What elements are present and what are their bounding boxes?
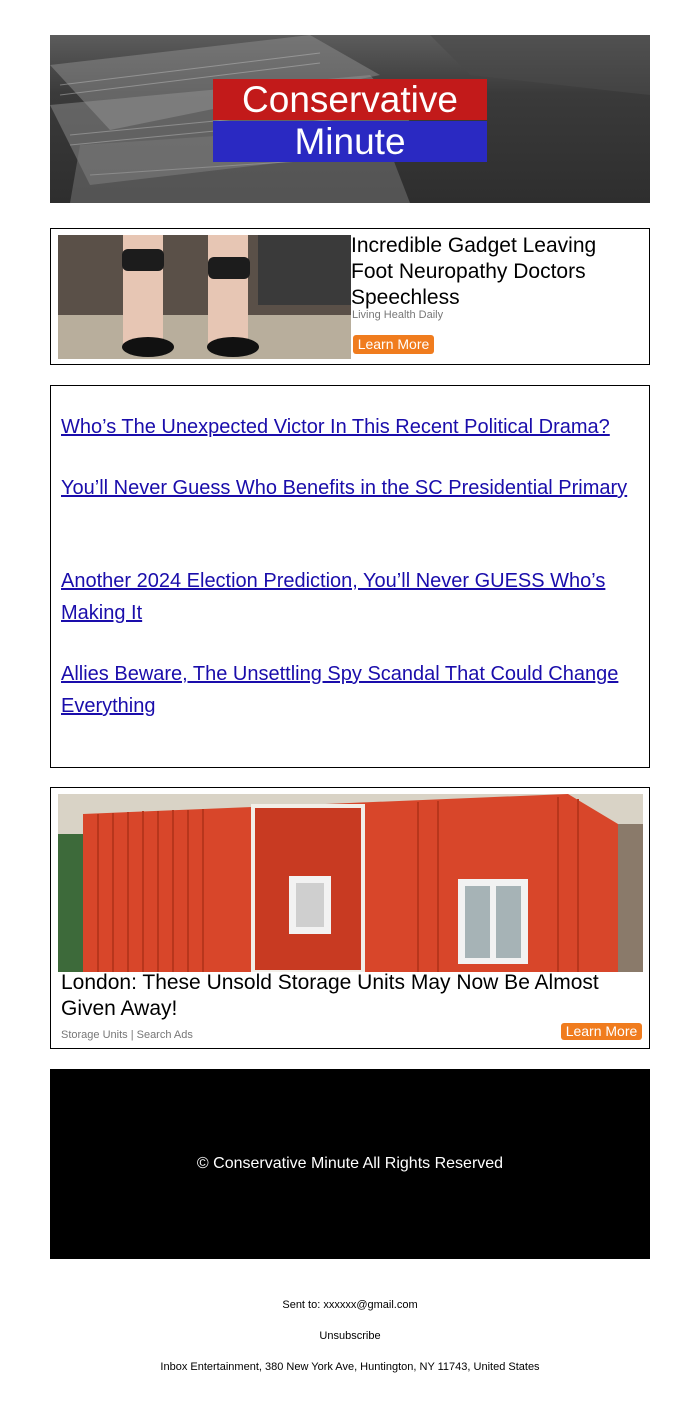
headline-link[interactable]: Allies Beware, The Unsettling Spy Scanda…: [61, 658, 641, 722]
ad-gadget-source: Living Health Daily: [352, 309, 444, 321]
sponsored-ad-storage[interactable]: London: These Unsold Storage Units May N…: [50, 787, 650, 1049]
learn-more-button[interactable]: Learn More: [561, 1023, 642, 1040]
headline-link[interactable]: Who’s The Unexpected Victor In This Rece…: [61, 411, 641, 443]
sent-to-text: Sent to: xxxxxx@gmail.com: [282, 1299, 418, 1311]
ad-storage-image[interactable]: [58, 794, 643, 972]
logo-line-1: Conservative: [213, 79, 487, 120]
copyright-text: © Conservative Minute All Rights Reserve…: [196, 1155, 504, 1172]
headline-link[interactable]: Another 2024 Election Prediction, You’ll…: [61, 565, 641, 629]
ad-storage-source: Storage Units | Search Ads: [61, 1029, 193, 1041]
company-address: Inbox Entertainment, 380 New York Ave, H…: [160, 1361, 540, 1373]
ad-storage-title[interactable]: London: These Unsold Storage Units May N…: [61, 970, 641, 1022]
logo-line-2: Minute: [213, 121, 487, 162]
ad-gadget-image[interactable]: [58, 235, 351, 359]
sponsored-ad-gadget[interactable]: Incredible Gadget Leaving Foot Neuropath…: [50, 228, 650, 365]
unsubscribe-link[interactable]: Unsubscribe: [0, 1330, 700, 1342]
learn-more-button[interactable]: Learn More: [353, 335, 434, 354]
headline-link[interactable]: You’ll Never Guess Who Benefits in the S…: [61, 472, 641, 504]
header-banner: Conservative Minute: [50, 35, 650, 203]
ad-gadget-title[interactable]: Incredible Gadget Leaving Foot Neuropath…: [351, 233, 641, 311]
headline-links: Who’s The Unexpected Victor In This Rece…: [50, 385, 650, 768]
footer-copyright-bar: © Conservative Minute All Rights Reserve…: [50, 1069, 650, 1259]
